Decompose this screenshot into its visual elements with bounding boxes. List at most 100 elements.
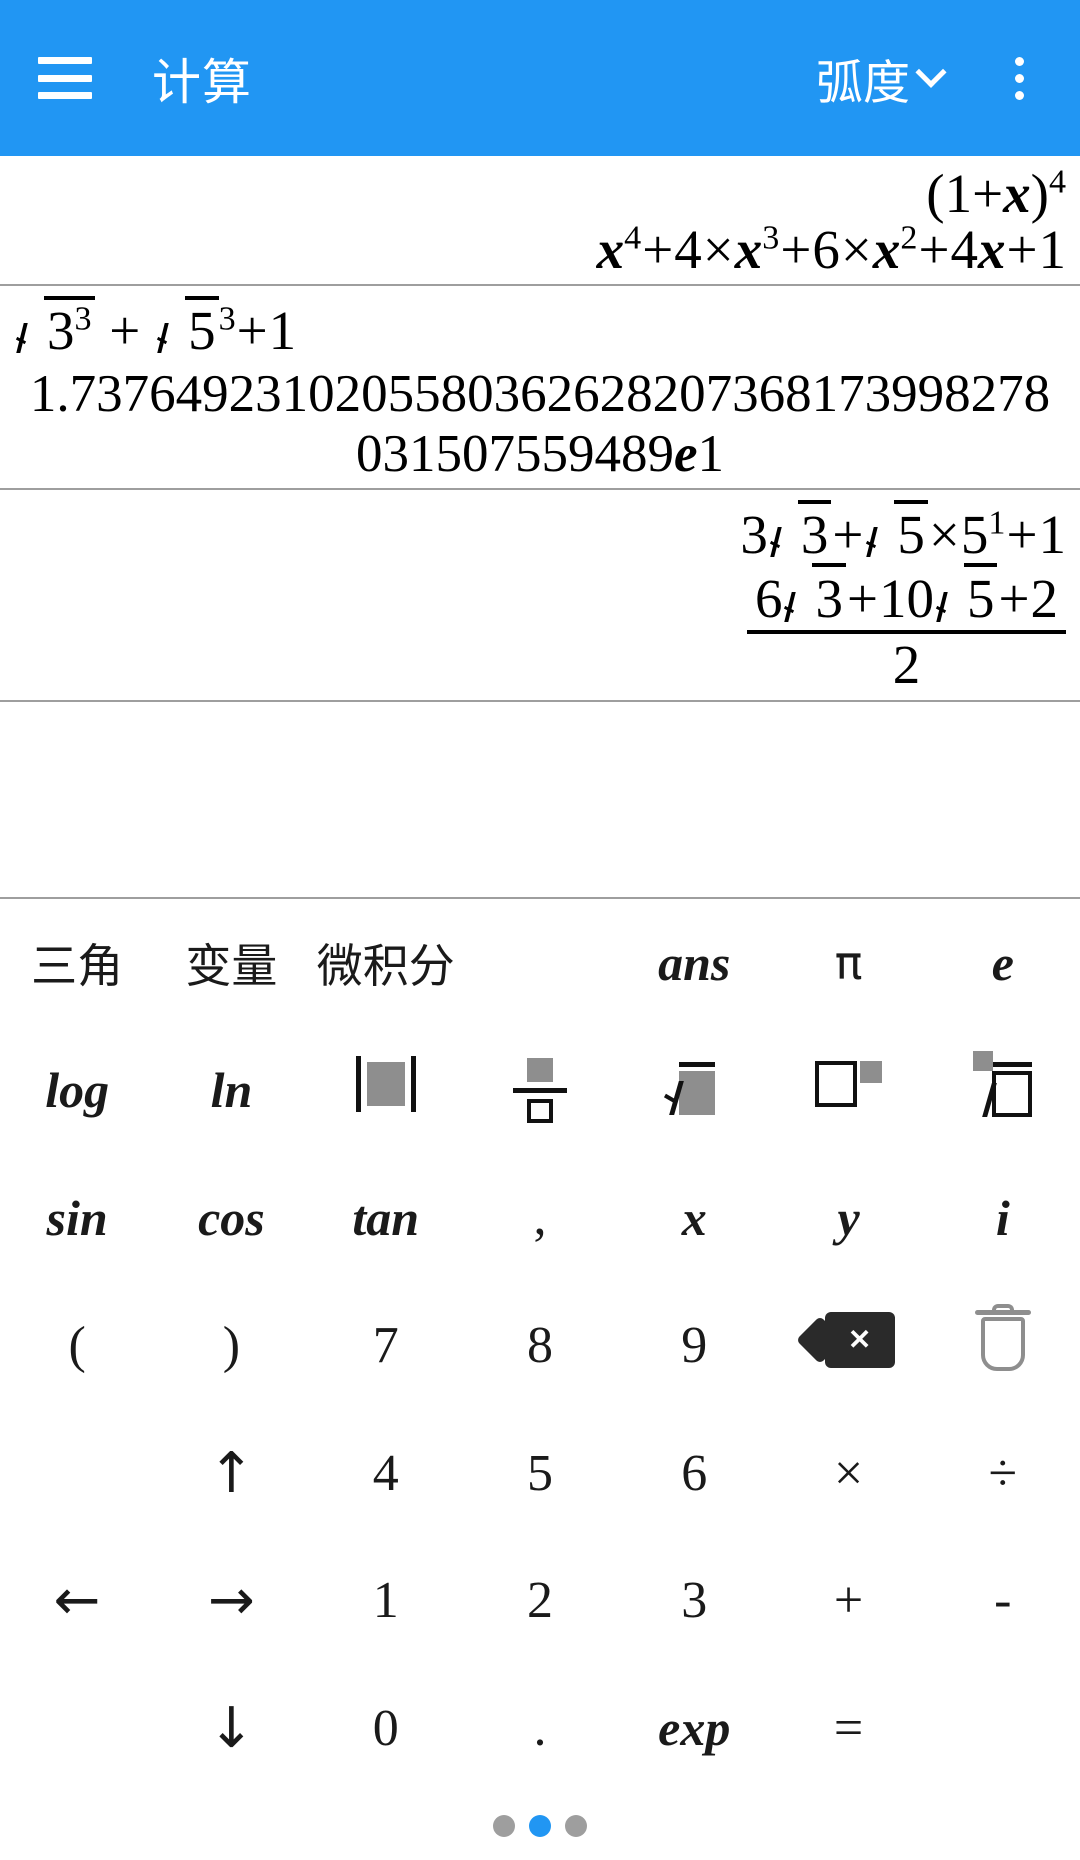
key-ln-label: ln	[210, 1062, 253, 1119]
key-ln[interactable]: ln	[154, 1027, 308, 1155]
history-result: 1.73764923102055803626282073681739982780…	[14, 359, 1066, 488]
key-x[interactable]: x	[617, 1154, 771, 1282]
key-7[interactable]: 7	[309, 1282, 463, 1410]
key-clear-all-icon	[973, 1303, 1033, 1388]
history-expression: 3 3+ 5×51+1	[14, 490, 1066, 563]
keypad-pager[interactable]	[0, 1792, 1080, 1860]
key-6-label: 6	[681, 1444, 708, 1502]
keypad-row: log ln	[0, 1027, 1080, 1155]
key-5-label: 5	[526, 1444, 553, 1502]
key-trig[interactable]: 三角	[0, 899, 154, 1027]
key-9[interactable]: 9	[617, 1282, 771, 1410]
key-log[interactable]: log	[0, 1027, 154, 1155]
key-left-paren-label: (	[68, 1317, 86, 1375]
key-spacer-3	[0, 1664, 154, 1792]
key-arrow-down[interactable]: ↓	[154, 1664, 308, 1792]
key-y-label: y	[837, 1189, 860, 1246]
key-8[interactable]: 8	[463, 1282, 617, 1410]
key-3[interactable]: 3	[617, 1537, 771, 1665]
key-right-paren[interactable]: )	[154, 1282, 308, 1410]
key-fraction-icon	[512, 1057, 567, 1123]
pager-dot[interactable]	[529, 1815, 551, 1837]
keypad-row: ← → 1 2 3 + -	[0, 1537, 1080, 1665]
key-arrow-left[interactable]: ←	[0, 1537, 154, 1665]
numeric-result-part-1: 1.737649231020558036262820736	[29, 365, 786, 424]
key-divide[interactable]: ÷	[926, 1409, 1080, 1537]
key-2[interactable]: 2	[463, 1537, 617, 1665]
key-arrow-right[interactable]: →	[154, 1537, 308, 1665]
key-left-paren[interactable]: (	[0, 1282, 154, 1410]
key-arrow-up-label: ↑	[207, 1440, 255, 1506]
key-absolute-value[interactable]	[309, 1027, 463, 1155]
chevron-down-icon	[915, 56, 947, 88]
key-e[interactable]: e	[926, 899, 1080, 1027]
angle-mode-label: 弧度	[816, 55, 910, 109]
key-equals[interactable]: =	[771, 1664, 925, 1792]
key-fraction[interactable]	[463, 1027, 617, 1155]
key-i[interactable]: i	[926, 1154, 1080, 1282]
key-power-icon	[815, 1061, 883, 1119]
key-pi-label: π	[834, 935, 863, 990]
key-clear-all[interactable]	[926, 1282, 1080, 1410]
key-tan-label: tan	[352, 1189, 420, 1246]
history-entry[interactable]: 33 + 53+1 1.7376492310205580362628207368…	[0, 286, 1080, 490]
exponent-mark: e	[673, 424, 698, 483]
history-expression: 33 + 53+1	[14, 286, 1066, 359]
key-5[interactable]: 5	[463, 1409, 617, 1537]
key-divide-label: ÷	[988, 1444, 1018, 1502]
key-comma-label: ,	[533, 1189, 547, 1247]
key-decimal-point[interactable]: .	[463, 1664, 617, 1792]
key-minus[interactable]: -	[926, 1537, 1080, 1665]
key-ans[interactable]: ans	[617, 899, 771, 1027]
key-absolute-value-icon	[350, 1056, 422, 1124]
key-pi[interactable]: π	[771, 899, 925, 1027]
key-equals-label: =	[833, 1699, 864, 1757]
key-cos[interactable]: cos	[154, 1154, 308, 1282]
key-arrow-right-label: →	[207, 1568, 255, 1634]
key-spacer-2	[0, 1409, 154, 1537]
keypad-row: 三角 变量 微积分 ans π e	[0, 899, 1080, 1027]
key-y[interactable]: y	[771, 1154, 925, 1282]
key-backspace[interactable]: ✕	[771, 1282, 925, 1410]
key-log-label: log	[45, 1062, 110, 1119]
key-x-label: x	[681, 1189, 707, 1246]
key-variables[interactable]: 变量	[154, 899, 308, 1027]
hamburger-icon[interactable]	[38, 57, 92, 99]
key-spacer	[463, 899, 617, 1027]
key-right-paren-label: )	[222, 1317, 241, 1375]
exponent-value: 1	[697, 424, 725, 483]
pager-dot[interactable]	[565, 1815, 587, 1837]
history-entry[interactable]: 3 3+ 5×51+1 6 3+10 5+2 2	[0, 490, 1080, 702]
key-sin[interactable]: sin	[0, 1154, 154, 1282]
key-4[interactable]: 4	[309, 1409, 463, 1537]
key-power[interactable]	[771, 1027, 925, 1155]
keypad-row: ↑ 4 5 6 × ÷	[0, 1409, 1080, 1537]
key-spacer-4	[926, 1664, 1080, 1792]
key-0[interactable]: 0	[309, 1664, 463, 1792]
key-calculus[interactable]: 微积分	[309, 899, 463, 1027]
key-variables-label: 变量	[185, 939, 278, 992]
more-vertical-icon[interactable]	[984, 43, 1054, 113]
key-1[interactable]: 1	[309, 1537, 463, 1665]
key-2-label: 2	[526, 1572, 553, 1630]
angle-mode-selector[interactable]: 弧度	[816, 44, 947, 113]
key-arrow-down-label: ↓	[207, 1695, 255, 1761]
key-ans-label: ans	[658, 934, 731, 991]
key-plus-label: +	[833, 1572, 864, 1630]
key-plus[interactable]: +	[771, 1537, 925, 1665]
calculation-display[interactable]: (1+x)4 x4+4×x3+6×x2+4x+1 33 + 53+1 1.737…	[0, 156, 1080, 897]
key-multiply-label: ×	[833, 1444, 864, 1502]
key-comma[interactable]: ,	[463, 1154, 617, 1282]
key-square-root[interactable]	[617, 1027, 771, 1155]
key-multiply[interactable]: ×	[771, 1409, 925, 1537]
key-arrow-up[interactable]: ↑	[154, 1409, 308, 1537]
history-entry[interactable]: (1+x)4 x4+4×x3+6×x2+4x+1	[0, 156, 1080, 287]
key-backspace-icon: ✕	[795, 1311, 895, 1380]
key-tan[interactable]: tan	[309, 1154, 463, 1282]
pager-dot[interactable]	[493, 1815, 515, 1837]
key-nth-root[interactable]	[926, 1027, 1080, 1155]
key-6[interactable]: 6	[617, 1409, 771, 1537]
key-exp[interactable]: exp	[617, 1664, 771, 1792]
current-input-line[interactable]	[0, 702, 1080, 768]
key-exp-label: exp	[658, 1700, 731, 1757]
